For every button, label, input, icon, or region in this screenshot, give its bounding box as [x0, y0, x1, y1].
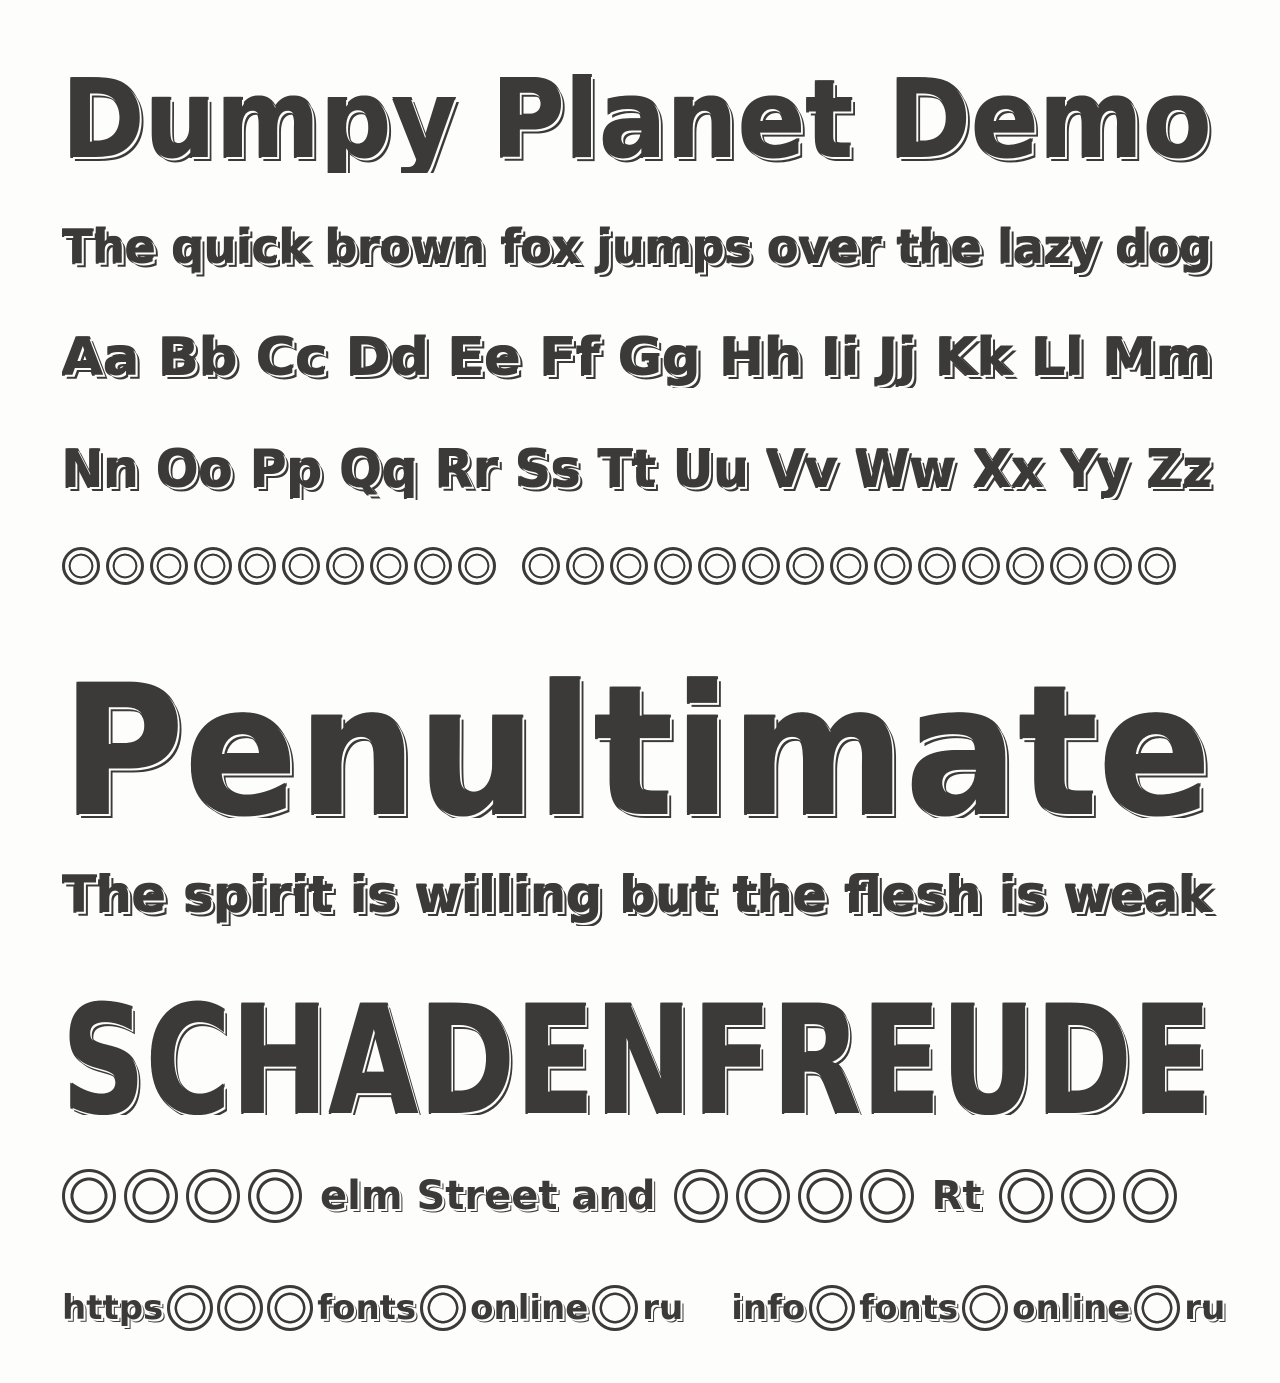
- demo-badge-icon: [654, 547, 692, 585]
- demo-badge-icon: [267, 1285, 314, 1331]
- demo-badge-icon: [238, 547, 276, 585]
- demo-badge-icon: [673, 1169, 728, 1223]
- demo-badge-icon: [566, 547, 604, 585]
- alphabet-row-1: Aa Bb Cc Dd Ee Ff Gg Hh Ii Jj Kk Ll Mm: [62, 328, 1212, 388]
- demo-badge-icon: [592, 1285, 639, 1331]
- demo-badge-icon: [370, 547, 408, 585]
- demo-badge-icon: [167, 1285, 214, 1331]
- demo-badge-icon: [735, 1169, 790, 1223]
- url-line: https fonts online ru info fonts online …: [62, 1280, 1225, 1336]
- demo-badge-icon: [522, 547, 560, 585]
- demo-badge-icon: [458, 547, 496, 585]
- demo-badge-icon: [999, 1169, 1054, 1223]
- street-text: elm Street and: [320, 1173, 656, 1219]
- url-text: ru: [642, 1288, 684, 1328]
- demo-badge-icon: [1138, 547, 1176, 585]
- large-word-1: Penultimate: [62, 648, 1212, 818]
- large-word-2: SCHADENFREUDE: [62, 975, 1212, 1115]
- demo-badge-icon: [1050, 547, 1088, 585]
- demo-badge-icon: [962, 547, 1000, 585]
- street-line: elm Street and Rt: [62, 1168, 1220, 1224]
- demo-badge-icon: [326, 547, 364, 585]
- demo-badge-icon: [1006, 547, 1044, 585]
- email-text: info: [731, 1288, 806, 1328]
- demo-badge-icon: [786, 547, 824, 585]
- alphabet-row-2: Nn Oo Pp Qq Rr Ss Tt Uu Vv Ww Xx Yy Zz: [62, 440, 1212, 500]
- demo-badge-icon: [698, 547, 736, 585]
- demo-badge-icon: [809, 1285, 856, 1331]
- pangram-line: The quick brown fox jumps over the lazy …: [62, 220, 1212, 274]
- demo-badge-icon: [106, 547, 144, 585]
- url-text: online: [470, 1288, 589, 1328]
- demo-badge-icon: [414, 547, 452, 585]
- demo-badge-icon: [62, 547, 100, 585]
- demo-badge-icon: [420, 1285, 467, 1331]
- demo-badge-icon: [797, 1169, 852, 1223]
- route-text: Rt: [931, 1173, 982, 1219]
- email-text: ru: [1184, 1288, 1226, 1328]
- demo-badge-icon: [248, 1169, 302, 1223]
- demo-badge-icon: [874, 547, 912, 585]
- demo-badge-icon: [1123, 1169, 1178, 1223]
- demo-badge-icon: [830, 547, 868, 585]
- specimen-title: Dumpy Planet Demo: [62, 58, 1212, 173]
- demo-badge-icon: [194, 547, 232, 585]
- demo-badge-icon: [186, 1169, 240, 1223]
- url-text: fonts: [317, 1288, 417, 1328]
- demo-badge-icon: [1061, 1169, 1116, 1223]
- glyph-badge-row: [62, 546, 1220, 586]
- demo-badge-icon: [742, 547, 780, 585]
- phrase-line: The spirit is willing but the flesh is w…: [62, 866, 1212, 924]
- demo-badge-icon: [1094, 547, 1132, 585]
- demo-badge-icon: [62, 1169, 116, 1223]
- demo-badge-icon: [1134, 1285, 1181, 1331]
- url-text: https: [62, 1288, 164, 1328]
- demo-badge-icon: [859, 1169, 914, 1223]
- demo-badge-icon: [918, 547, 956, 585]
- demo-badge-icon: [962, 1285, 1009, 1331]
- demo-badge-icon: [124, 1169, 178, 1223]
- demo-badge-icon: [282, 547, 320, 585]
- demo-badge-icon: [217, 1285, 264, 1331]
- email-text: fonts: [859, 1288, 959, 1328]
- demo-badge-icon: [150, 547, 188, 585]
- email-text: online: [1012, 1288, 1131, 1328]
- demo-badge-icon: [610, 547, 648, 585]
